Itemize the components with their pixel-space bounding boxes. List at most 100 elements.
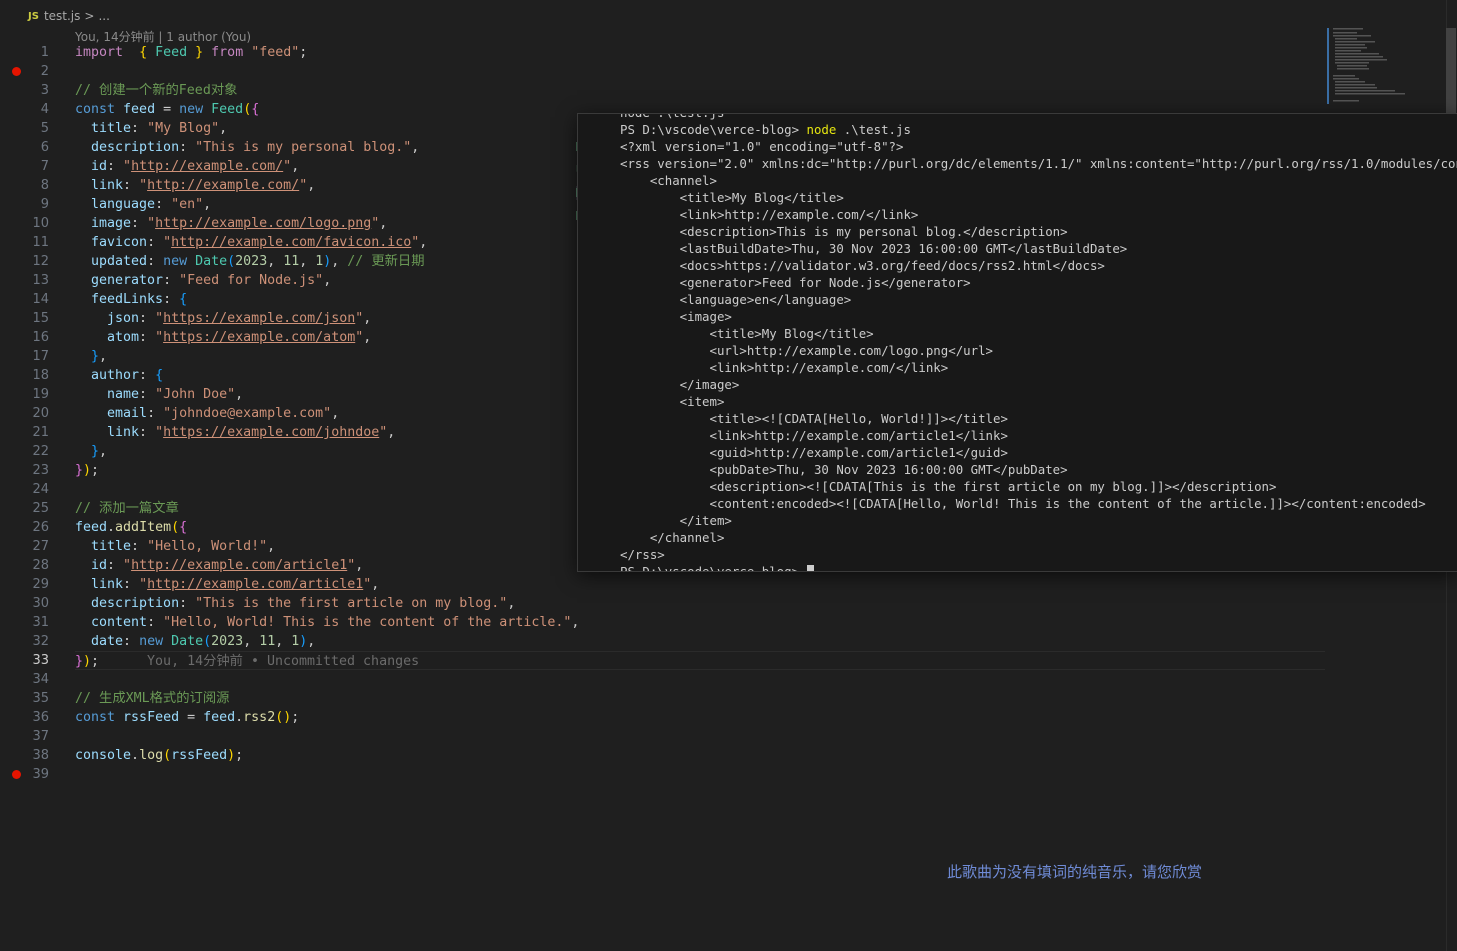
line-number[interactable]: 19: [0, 385, 49, 404]
code-token: https://example.com/json: [163, 311, 356, 326]
code-token: (: [243, 102, 252, 117]
line-number[interactable]: 16: [0, 328, 49, 347]
code-token: date: [75, 634, 124, 649]
line-number[interactable]: 38: [0, 746, 49, 765]
breadcrumb-more[interactable]: ...: [98, 9, 109, 23]
line-number-gutter[interactable]: 1 2 3 4 5 6 7 8 9 10 11 12 13 14 15 16 17 18 19 20 21 22 23 24 2…: [0, 43, 60, 784]
line-number[interactable]: 11: [0, 233, 49, 252]
code-token: "Hello, World!": [147, 539, 268, 554]
minimap[interactable]: [1325, 25, 1445, 110]
code-token: }: [75, 349, 100, 364]
code-token: new: [163, 254, 188, 269]
line-number[interactable]: 2: [0, 62, 49, 81]
terminal-line: </rss>: [620, 546, 1457, 563]
terminal-text: </image>: [620, 377, 740, 392]
line-number[interactable]: 1: [0, 43, 49, 62]
code-line[interactable]: }); You, 14分钟前 • Uncommitted changes: [75, 651, 1325, 670]
code-token: =: [155, 102, 180, 117]
vertical-scrollbar[interactable]: [1446, 28, 1456, 113]
code-token: feed: [203, 710, 236, 725]
line-number[interactable]: 6: [0, 138, 49, 157]
line-number[interactable]: 20: [0, 404, 49, 423]
line-number[interactable]: 30: [0, 594, 49, 613]
line-number[interactable]: 4: [0, 100, 49, 119]
line-number[interactable]: 5: [0, 119, 49, 138]
line-number[interactable]: 29: [0, 575, 49, 594]
line-number[interactable]: 37: [0, 727, 49, 746]
code-line[interactable]: link: "http://example.com/article1",: [75, 575, 1325, 594]
terminal-panel[interactable]: node .\test.jsPS D:\vscode\verce-blog> n…: [577, 113, 1457, 572]
code-token: (: [171, 520, 180, 535]
code-token: ,: [267, 539, 276, 554]
line-number[interactable]: 12: [0, 252, 49, 271]
breakpoint-icon[interactable]: [12, 770, 21, 779]
line-number[interactable]: 26: [0, 518, 49, 537]
line-number[interactable]: 39: [0, 765, 49, 784]
code-token: http://example.com/article1: [131, 558, 348, 573]
line-number[interactable]: 24: [0, 480, 49, 499]
code-line[interactable]: content: "Hello, World! This is the cont…: [75, 613, 1325, 632]
line-number[interactable]: 13: [0, 271, 49, 290]
line-number[interactable]: 32: [0, 632, 49, 651]
line-number[interactable]: 15: [0, 309, 49, 328]
code-line[interactable]: console.log(rssFeed);: [75, 746, 1325, 765]
line-number[interactable]: 10: [0, 214, 49, 233]
code-token: ,: [387, 425, 396, 440]
code-token: ): [83, 654, 92, 669]
line-number[interactable]: 22: [0, 442, 49, 461]
terminal-text: <url>http://example.com/logo.png</url>: [620, 343, 993, 358]
line-number[interactable]: 3: [0, 81, 49, 100]
code-token: Feed: [211, 102, 244, 117]
code-line[interactable]: [75, 62, 1325, 81]
terminal-line: <description><![CDATA[This is the first …: [620, 478, 1457, 495]
code-line[interactable]: [75, 765, 1325, 784]
breadcrumb-file[interactable]: test.js: [44, 9, 80, 23]
terminal-line: <image>: [620, 308, 1457, 325]
code-token: http://example.com/article1: [147, 577, 364, 592]
line-number[interactable]: 25: [0, 499, 49, 518]
line-number[interactable]: 34: [0, 670, 49, 689]
line-number[interactable]: 8: [0, 176, 49, 195]
code-token: ": [299, 178, 308, 193]
line-number[interactable]: 27: [0, 537, 49, 556]
code-token: :: [131, 539, 148, 554]
code-line[interactable]: description: "This is the first article …: [75, 594, 1325, 613]
code-token: }: [75, 654, 84, 669]
code-line[interactable]: const rssFeed = feed.rss2();: [75, 708, 1325, 727]
code-token: ,: [331, 254, 348, 269]
code-token: https://example.com/johndoe: [163, 425, 380, 440]
code-token: import: [75, 45, 124, 60]
line-number[interactable]: 17: [0, 347, 49, 366]
code-line[interactable]: [75, 670, 1325, 689]
code-token: :: [131, 216, 148, 231]
code-token: email: [75, 406, 148, 421]
code-line[interactable]: import { Feed } from "feed";: [75, 43, 1325, 62]
terminal-text: <link>http://example.com/</link>: [620, 207, 919, 222]
line-number[interactable]: 18: [0, 366, 49, 385]
code-line[interactable]: [75, 727, 1325, 746]
code-token: ,: [323, 273, 332, 288]
line-number[interactable]: 36: [0, 708, 49, 727]
code-token: :: [139, 425, 156, 440]
line-number[interactable]: 21: [0, 423, 49, 442]
code-line[interactable]: date: new Date(2023, 11, 1),: [75, 632, 1325, 651]
code-token: "This is the first article on my blog.": [195, 596, 508, 611]
code-token: "Hello, World! This is the content of th…: [163, 615, 572, 630]
line-number[interactable]: 35: [0, 689, 49, 708]
terminal-prompt: PS D:\vscode\verce-blog>: [620, 122, 807, 137]
line-number[interactable]: 33: [0, 651, 49, 670]
code-line[interactable]: // 创建一个新的Feed对象: [75, 81, 1325, 100]
code-token: from: [211, 45, 244, 60]
code-line[interactable]: // 生成XML格式的订阅源: [75, 689, 1325, 708]
terminal-output: node .\test.jsPS D:\vscode\verce-blog> n…: [620, 114, 1457, 571]
line-number[interactable]: 7: [0, 157, 49, 176]
code-token: const: [75, 102, 116, 117]
line-number[interactable]: 9: [0, 195, 49, 214]
terminal-line: <language>en</language>: [620, 291, 1457, 308]
line-number[interactable]: 23: [0, 461, 49, 480]
line-number[interactable]: 31: [0, 613, 49, 632]
line-number[interactable]: 14: [0, 290, 49, 309]
line-number[interactable]: 28: [0, 556, 49, 575]
breakpoint-icon[interactable]: [12, 67, 21, 76]
